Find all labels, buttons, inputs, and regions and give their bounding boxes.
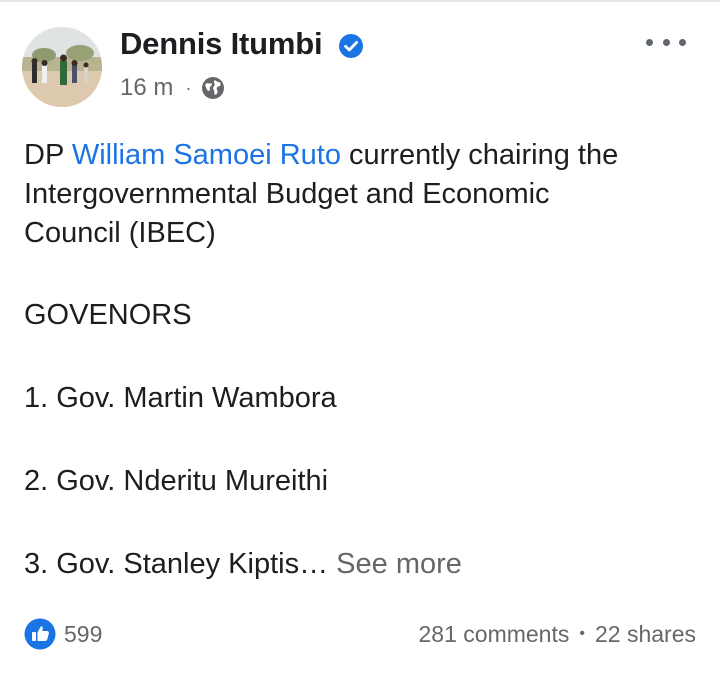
post-meta: 16 m · xyxy=(120,72,225,104)
comments-count[interactable]: 281 comments xyxy=(419,621,570,648)
post-text-line-2: Intergovernmental Budget and Economic xyxy=(24,178,550,210)
text-prefix: DP xyxy=(24,139,72,171)
like-thumb-icon xyxy=(24,618,56,650)
facebook-post: Dennis Itumbi 16 m · DP William Samoei R… xyxy=(0,0,720,678)
more-options-icon[interactable] xyxy=(646,28,686,56)
verified-badge-icon xyxy=(339,34,363,58)
reaction-count: 599 xyxy=(64,620,103,647)
more-dot xyxy=(662,38,670,46)
post-text-line-1: DP William Samoei Ruto currently chairin… xyxy=(24,136,704,175)
post-time[interactable]: 16 m xyxy=(120,74,173,102)
mention-link[interactable]: William Samoei Ruto xyxy=(72,139,341,171)
list-item-3: 3. Gov. Stanley Kiptis… See more xyxy=(24,545,704,584)
list-item-2: 2. Gov. Nderitu Mureithi xyxy=(24,465,329,497)
list-item-3-text: 3. Gov. Stanley Kiptis… xyxy=(24,548,329,580)
more-dot xyxy=(646,38,653,46)
globe-icon xyxy=(202,77,225,99)
more-dot xyxy=(679,38,686,46)
list-item-1: 1. Gov. Martin Wambora xyxy=(24,382,337,414)
engagement-stats: 281 comments • 22 shares xyxy=(419,616,696,652)
shares-count[interactable]: 22 shares xyxy=(595,621,696,648)
meta-separator: · xyxy=(185,77,192,98)
reactions-summary[interactable]: 599 xyxy=(24,616,102,652)
governors-heading: GOVENORS xyxy=(24,299,192,331)
author-avatar[interactable] xyxy=(22,27,102,107)
stats-separator: • xyxy=(579,625,585,642)
text-suffix: currently chairing the xyxy=(340,139,619,171)
post-text-line-3: Council (IBEC) xyxy=(24,217,216,249)
avatar-photo xyxy=(22,27,102,107)
author-name[interactable]: Dennis Itumbi xyxy=(120,26,323,62)
post-text: DP William Samoei Ruto currently chairin… xyxy=(24,136,704,584)
see-more-link[interactable]: See more xyxy=(336,548,462,580)
